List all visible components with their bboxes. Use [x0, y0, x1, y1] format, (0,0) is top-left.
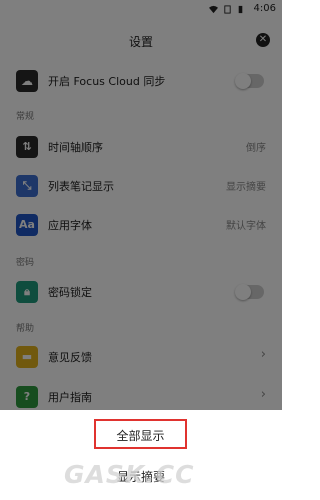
modal-overlay[interactable] — [0, 0, 282, 410]
settings-screen: 4:06 设置 ✕ ☁ 开启 Focus Cloud 同步 常规 ⇅ 时间轴顺序… — [0, 0, 282, 500]
watermark-text: GASK.CC — [64, 460, 195, 489]
option-show-all[interactable]: 全部显示 — [94, 419, 187, 449]
